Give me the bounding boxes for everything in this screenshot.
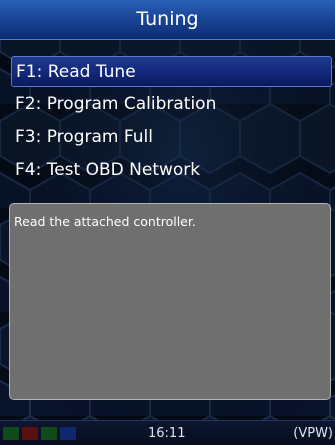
status-indicator-4 — [60, 427, 76, 440]
status-indicator-3 — [41, 427, 57, 440]
device-screen: Tuning F1: Read Tune F2: Program Calibra… — [0, 0, 335, 445]
menu-item-read-tune[interactable]: F1: Read Tune — [11, 56, 332, 87]
description-panel: Read the attached controller. — [9, 203, 331, 400]
status-protocol: (VPW) — [293, 426, 333, 441]
screen-title: Tuning — [136, 8, 199, 30]
title-bar: Tuning — [0, 0, 335, 40]
menu-item-program-full[interactable]: F3: Program Full — [11, 122, 332, 153]
status-indicator-1 — [3, 427, 19, 440]
description-text: Read the attached controller. — [14, 214, 196, 229]
status-indicator-2 — [22, 427, 38, 440]
status-bar: 16:11 (VPW) — [0, 420, 335, 445]
menu-item-program-calibration[interactable]: F2: Program Calibration — [11, 89, 332, 120]
menu-item-test-obd-network[interactable]: F4: Test OBD Network — [11, 155, 332, 186]
status-clock: 16:11 — [148, 426, 186, 441]
